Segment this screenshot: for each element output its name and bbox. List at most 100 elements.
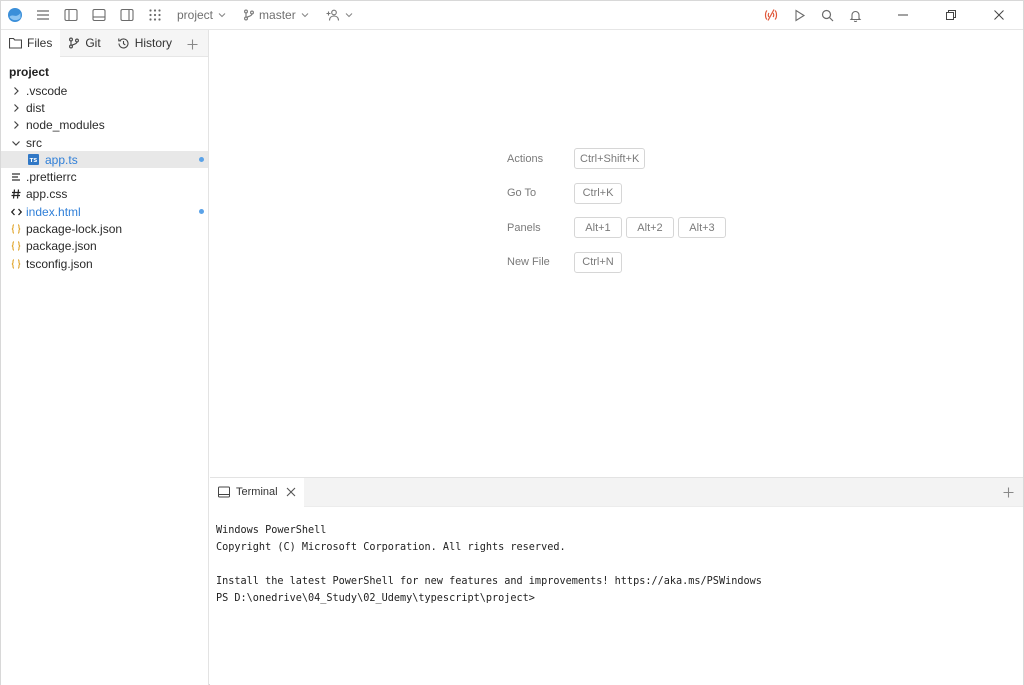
sidebar-tabs: Files Git History: [1, 29, 208, 57]
shortcut-row-actions: Actions Ctrl+Shift+K: [507, 148, 726, 169]
menu-icon[interactable]: [29, 1, 57, 29]
app-window: project master Files Git History project…: [0, 0, 1024, 685]
project-label: project: [177, 8, 214, 22]
add-tab-button[interactable]: [182, 34, 202, 54]
shortcut-key[interactable]: Alt+2: [626, 217, 674, 238]
tree-item-label: node_modules: [26, 118, 105, 133]
toggle-bottom-panel-icon[interactable]: [85, 1, 113, 29]
editor-area: Actions Ctrl+Shift+K Go To Ctrl+K Panels…: [210, 30, 1023, 477]
tab-terminal[interactable]: Terminal: [210, 477, 304, 507]
hash-file-icon: [9, 187, 23, 201]
chevron-down-icon: [218, 13, 226, 18]
shortcut-label: New File: [507, 256, 550, 268]
bottom-panel: Terminal Windows PowerShell Copyright (C)…: [210, 477, 1023, 685]
chevron-down-icon: [9, 136, 23, 150]
shortcut-row-panels: Panels Alt+1 Alt+2 Alt+3: [507, 217, 726, 238]
terminal-line: Windows PowerShell: [216, 525, 327, 536]
branch-label: master: [259, 8, 296, 22]
tree-item-app-ts[interactable]: TS app.ts: [1, 151, 208, 169]
shortcut-label: Panels: [507, 221, 541, 234]
tree-item-label: app.css: [26, 187, 68, 202]
notifications-bell-icon[interactable]: [841, 1, 869, 29]
folder-icon: [9, 37, 22, 49]
broadcast-icon[interactable]: [757, 1, 785, 29]
project-root-label[interactable]: project: [1, 57, 208, 82]
plus-icon: [1003, 487, 1013, 497]
modified-indicator: [199, 209, 204, 215]
git-branch-icon: [244, 9, 254, 21]
tab-git-label: Git: [85, 36, 101, 50]
text-lines-file-icon: [9, 170, 23, 184]
file-tree: .vscode dist node_modules src TS app.ts: [1, 82, 208, 272]
terminal-line: Install the latest PowerShell for new fe…: [216, 576, 762, 587]
shortcut-key[interactable]: Ctrl+Shift+K: [574, 148, 646, 169]
terminal-output[interactable]: Windows PowerShell Copyright (C) Microsof…: [210, 507, 1023, 607]
tree-item-node-modules[interactable]: node_modules: [1, 117, 208, 134]
toggle-left-panel-icon[interactable]: [57, 1, 85, 29]
html-file-icon: [9, 205, 23, 219]
search-icon[interactable]: [813, 1, 841, 29]
shortcut-row-new-file: New File Ctrl+N: [507, 251, 726, 273]
run-icon[interactable]: [785, 1, 813, 29]
shortcut-key[interactable]: Ctrl+N: [574, 251, 622, 273]
git-branch-icon: [69, 37, 80, 49]
tab-history-label: History: [134, 36, 173, 50]
panel-tabs: Terminal: [210, 477, 1023, 507]
restore-button[interactable]: [927, 1, 975, 29]
minimize-button[interactable]: [879, 1, 927, 29]
tree-item-label: package.json: [26, 239, 97, 254]
modified-indicator: [199, 157, 204, 163]
tree-item-label: tsconfig.json: [26, 256, 93, 271]
shortcut-hints: Actions Ctrl+Shift+K Go To Ctrl+K Panels…: [507, 148, 726, 286]
tree-item-prettierrc[interactable]: .prettierrc: [1, 168, 208, 185]
shortcut-key[interactable]: Alt+3: [678, 217, 726, 238]
tree-item-tsconfig-json[interactable]: tsconfig.json: [1, 255, 208, 272]
apps-grid-icon[interactable]: [141, 1, 169, 29]
history-icon: [117, 37, 129, 49]
shortcut-row-goto: Go To Ctrl+K: [507, 182, 726, 204]
add-terminal-button[interactable]: [999, 483, 1017, 501]
tree-item-package-json[interactable]: package.json: [1, 238, 208, 255]
json-file-icon: [9, 239, 23, 253]
chevron-right-icon: [9, 101, 23, 115]
chevron-down-icon: [301, 13, 309, 18]
close-window-button[interactable]: [975, 1, 1023, 29]
tree-item-vscode[interactable]: .vscode: [1, 82, 208, 99]
tree-item-package-lock-json[interactable]: package-lock.json: [1, 220, 208, 237]
terminal-icon: [218, 486, 230, 498]
shortcut-key[interactable]: Ctrl+K: [574, 182, 622, 204]
chevron-right-icon: [9, 118, 23, 132]
tab-files[interactable]: Files: [1, 29, 61, 57]
add-user-icon: [326, 9, 339, 21]
sidebar: Files Git History project .vscode dist n…: [1, 29, 209, 685]
tree-item-label: .prettierrc: [26, 170, 77, 185]
tab-history[interactable]: History: [109, 30, 180, 57]
tree-item-src[interactable]: src: [1, 134, 208, 151]
tree-item-label: index.html: [26, 204, 81, 219]
collaborators-dropdown[interactable]: [318, 1, 362, 29]
project-dropdown[interactable]: project: [169, 1, 235, 29]
tree-item-label: app.ts: [45, 152, 78, 167]
tree-item-label: dist: [26, 100, 45, 115]
tab-git[interactable]: Git: [60, 30, 108, 57]
branch-dropdown[interactable]: master: [235, 1, 318, 29]
chevron-right-icon: [9, 84, 23, 98]
json-file-icon: [9, 257, 23, 271]
tree-item-label: package-lock.json: [26, 222, 123, 237]
close-icon[interactable]: [286, 487, 296, 497]
tab-terminal-label: Terminal: [236, 486, 278, 498]
terminal-prompt: PS D:\onedrive\04_Study\02_Udemy\typescr…: [216, 593, 535, 604]
title-bar: project master: [1, 1, 1023, 30]
svg-text:TS: TS: [29, 158, 37, 164]
tab-files-label: Files: [27, 36, 53, 50]
shortcut-label: Actions: [507, 152, 544, 165]
tree-item-dist[interactable]: dist: [1, 99, 208, 116]
tree-item-index-html[interactable]: index.html: [1, 203, 208, 220]
tree-item-app-css[interactable]: app.css: [1, 186, 208, 203]
plus-icon: [187, 39, 197, 49]
toggle-right-panel-icon[interactable]: [113, 1, 141, 29]
tree-item-label: .vscode: [26, 83, 68, 98]
json-file-icon: [9, 222, 23, 236]
shortcut-key[interactable]: Alt+1: [574, 217, 622, 238]
